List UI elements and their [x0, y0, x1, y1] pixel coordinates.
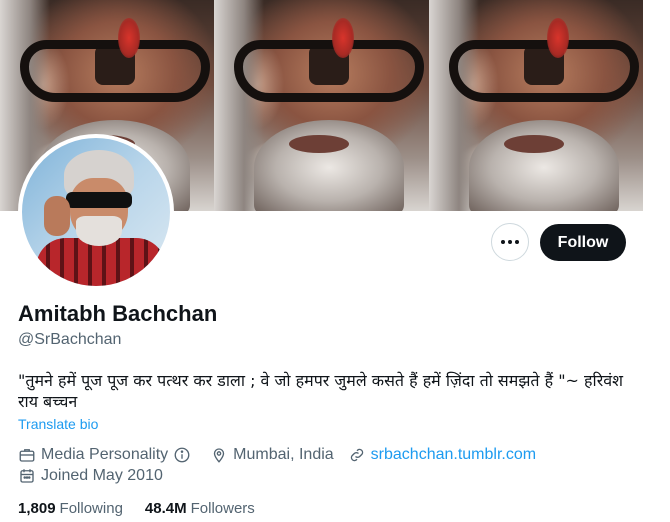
- following-count: 1,809: [18, 500, 56, 517]
- followers-stat[interactable]: 48.4M Followers: [145, 500, 255, 517]
- profile-category: Media Personality: [18, 446, 196, 464]
- profile-avatar[interactable]: [18, 134, 174, 290]
- joined-label: Joined May 2010: [41, 467, 163, 484]
- location-pin-icon: [213, 448, 225, 463]
- profile-stats: 1,809 Following 48.4M Followers: [18, 500, 277, 517]
- followers-count: 48.4M: [144, 500, 187, 517]
- info-circle-icon[interactable]: [173, 446, 191, 464]
- website-link[interactable]: srbachchan.tumblr.com: [371, 446, 536, 464]
- following-label: Following: [59, 500, 123, 517]
- profile-handle: @SrBachchan: [18, 331, 122, 348]
- more-options-button[interactable]: [491, 223, 529, 261]
- profile-bio: "तुमने हमें पूज पूज कर पत्थर कर डाला ; व…: [18, 371, 624, 411]
- profile-name: Amitabh Bachchan: [18, 301, 218, 326]
- followers-label: Followers: [190, 500, 255, 517]
- profile-website[interactable]: srbachchan.tumblr.com: [348, 446, 536, 464]
- profile-meta-row: Media Personality Mumbai, India srbachch…: [18, 446, 550, 464]
- profile-location: Mumbai, India: [210, 446, 334, 464]
- following-stat[interactable]: 1,809 Following: [18, 500, 123, 517]
- follow-button[interactable]: Follow: [540, 224, 626, 261]
- link-icon: [350, 448, 363, 462]
- calendar-icon: [20, 469, 34, 483]
- location-label: Mumbai, India: [233, 446, 334, 463]
- profile-joined: Joined May 2010: [18, 467, 177, 485]
- banner-tile: [428, 0, 643, 211]
- category-label: Media Personality: [41, 446, 169, 463]
- briefcase-icon: [19, 449, 35, 462]
- translate-bio-link[interactable]: Translate bio: [18, 416, 98, 432]
- more-horizontal-icon: [501, 240, 519, 244]
- banner-tile: [214, 0, 429, 211]
